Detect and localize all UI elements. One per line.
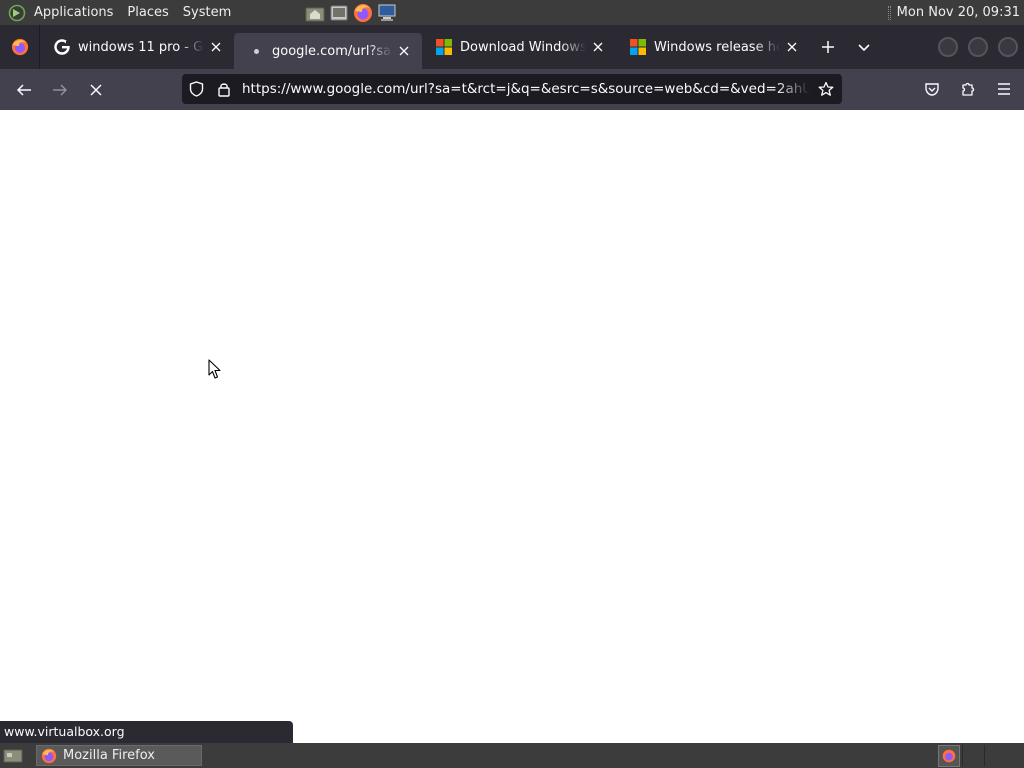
puzzle-icon	[962, 82, 975, 96]
google-icon	[54, 39, 70, 55]
microsoft-icon	[436, 39, 452, 55]
close-tab-icon[interactable]	[396, 43, 412, 59]
stop-icon	[90, 83, 102, 96]
workspace-switcher[interactable]	[938, 745, 960, 767]
toolbar-right	[916, 73, 1020, 105]
back-button[interactable]	[6, 74, 42, 106]
firefox-icon	[41, 748, 57, 764]
mouse-pointer-icon	[208, 359, 221, 384]
terminal-icon[interactable]	[328, 2, 350, 24]
minimize-button[interactable]	[938, 37, 958, 57]
firefox-icon	[11, 38, 28, 56]
url-text[interactable]: https://www.google.com/url?sa=t&rct=j&q=…	[238, 81, 810, 97]
show-desktop-button[interactable]	[2, 745, 24, 767]
places-menu[interactable]: Places	[120, 0, 175, 25]
bookmark-star-icon[interactable]	[810, 74, 842, 104]
maximize-button[interactable]	[968, 37, 988, 57]
workspace-2[interactable]	[962, 745, 984, 766]
top-panel: Applications Places System Mon Nov 20, 0…	[0, 0, 1024, 25]
pocket-icon	[925, 83, 939, 96]
panel-handle	[887, 5, 891, 20]
tab-strip: windows 11 pro - Google Search google.co…	[0, 25, 1024, 69]
taskbar-window-title: Mozilla Firefox	[63, 748, 155, 763]
close-tab-icon[interactable]	[208, 39, 224, 55]
close-tab-icon[interactable]	[590, 39, 606, 55]
arrow-left-icon	[16, 83, 31, 96]
computer-icon[interactable]	[376, 2, 398, 24]
loading-dot-icon	[248, 43, 264, 59]
workspace-3[interactable]	[984, 745, 1006, 766]
status-panel: www.virtualbox.org	[0, 721, 293, 743]
tab-title: Download Windows 11	[460, 39, 586, 55]
window-controls	[938, 25, 1024, 69]
chevron-down-icon	[858, 44, 870, 52]
home-folder-icon[interactable]	[304, 2, 326, 24]
taskbar-firefox-window[interactable]: Mozilla Firefox	[36, 745, 202, 766]
tab-title: windows 11 pro - Google Search	[78, 39, 204, 55]
desktop-icon	[3, 749, 23, 762]
tab-windows-release-health[interactable]: Windows release health	[616, 25, 810, 69]
tab-title: Windows release health	[654, 39, 780, 55]
lock-icon[interactable]	[210, 74, 238, 104]
bottom-panel: Mozilla Firefox	[0, 743, 1024, 768]
system-menu[interactable]: System	[176, 0, 238, 25]
list-all-tabs-button[interactable]	[846, 25, 882, 69]
close-tab-icon[interactable]	[784, 39, 800, 55]
close-window-button[interactable]	[998, 37, 1018, 57]
distro-logo-icon[interactable]	[7, 3, 27, 23]
shield-icon[interactable]	[182, 74, 210, 104]
app-menu-button[interactable]	[988, 73, 1020, 105]
tab-title: google.com/url?sa=t&rct=j	[272, 43, 392, 59]
pocket-button[interactable]	[916, 73, 948, 105]
new-tab-button[interactable]	[810, 25, 846, 69]
firefox-view-button[interactable]	[0, 25, 40, 69]
tab-google-url[interactable]: google.com/url?sa=t&rct=j	[234, 33, 422, 69]
plus-icon	[822, 41, 834, 53]
tab-download-windows-11[interactable]: Download Windows 11	[422, 25, 616, 69]
page-content[interactable]	[0, 110, 1024, 743]
arrow-right-icon	[53, 83, 68, 96]
url-bar[interactable]: https://www.google.com/url?sa=t&rct=j&q=…	[182, 74, 842, 104]
panel-launchers	[304, 0, 398, 25]
firefox-icon	[942, 749, 956, 763]
applications-menu[interactable]: Applications	[27, 0, 120, 25]
firefox-icon[interactable]	[352, 2, 374, 24]
panel-right: Mon Nov 20, 09:31	[887, 0, 1020, 25]
hamburger-menu-icon	[998, 83, 1010, 95]
microsoft-icon	[630, 39, 646, 55]
tab-google-search[interactable]: windows 11 pro - Google Search	[40, 25, 234, 69]
navigation-toolbar: https://www.google.com/url?sa=t&rct=j&q=…	[0, 69, 1024, 110]
extensions-button[interactable]	[952, 73, 984, 105]
clock[interactable]: Mon Nov 20, 09:31	[897, 5, 1020, 20]
forward-button[interactable]	[42, 74, 78, 106]
stop-button[interactable]	[78, 74, 114, 106]
